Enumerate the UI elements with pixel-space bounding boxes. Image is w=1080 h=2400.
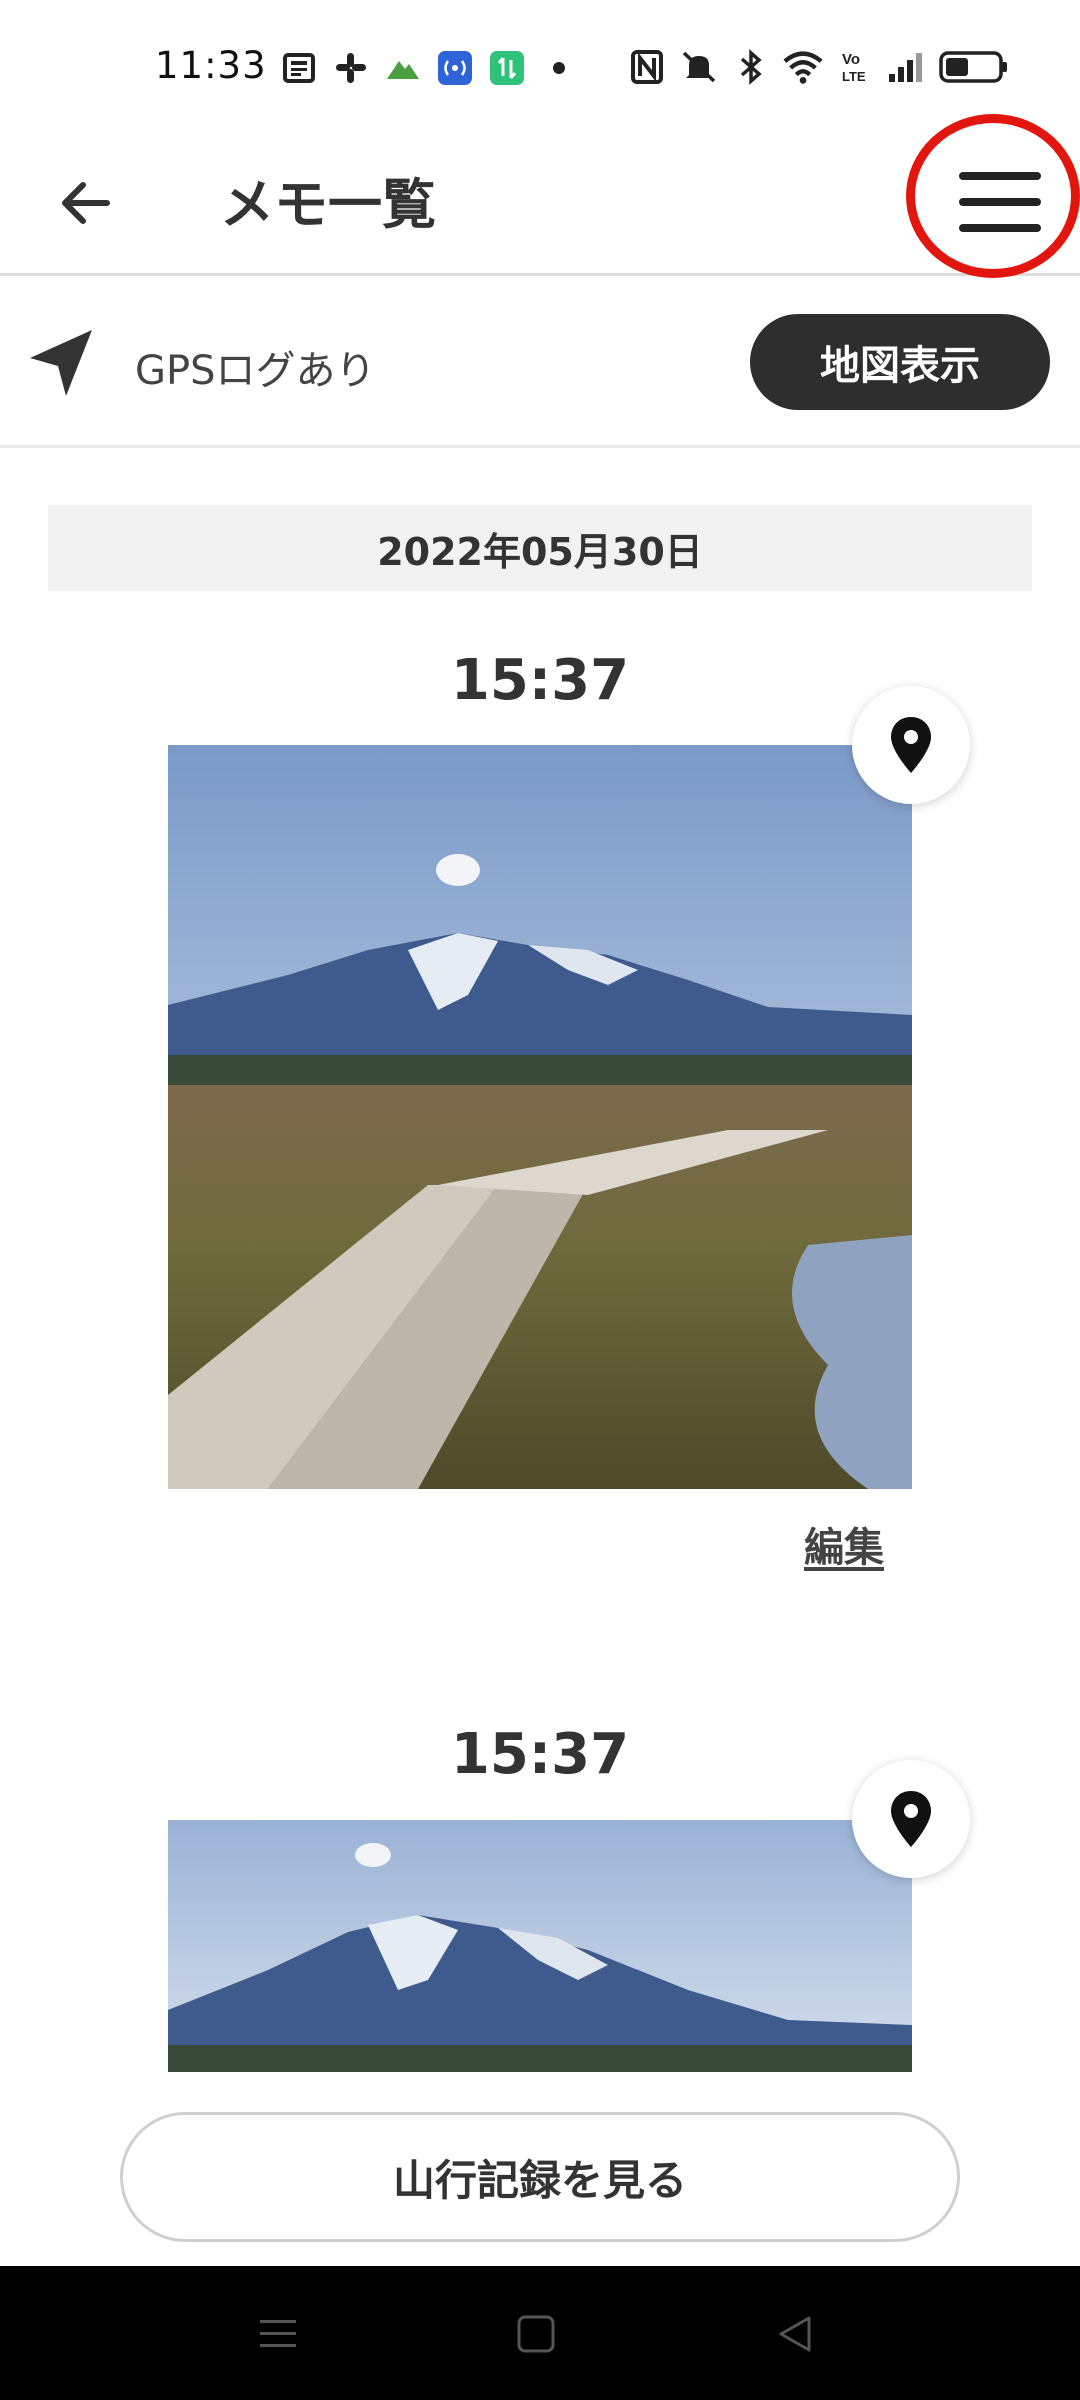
location-pin-button[interactable] [852, 686, 970, 804]
view-climbing-record-button[interactable]: 山行記録を見る [120, 2112, 960, 2242]
status-notification-icons [278, 46, 580, 90]
radio-icon [434, 47, 476, 89]
menu-lines-icon [260, 2320, 296, 2347]
bluetooth-icon [730, 46, 772, 88]
highlight-circle-annotation [906, 114, 1080, 278]
map-view-button[interactable]: 地図表示 [750, 314, 1050, 410]
gps-log-label: GPSログあり [135, 348, 376, 394]
memo-photo[interactable] [168, 745, 912, 1489]
system-nav-bar [0, 2266, 1080, 2400]
slack-icon [330, 47, 372, 89]
gps-log-row: GPSログあり 地図表示 [0, 278, 1080, 448]
square-icon [517, 2315, 555, 2353]
battery-icon [938, 46, 1010, 88]
app-header: メモ一覧 [0, 110, 1080, 278]
svg-text:LTE: LTE [842, 69, 866, 84]
edit-link[interactable]: 編集 [804, 1515, 884, 1573]
page-title: メモ一覧 [220, 173, 436, 236]
volte-icon: Vo LTE [834, 46, 876, 88]
signal-icon [886, 46, 928, 88]
mountain-icon [382, 47, 424, 89]
navigation-arrow-icon [30, 330, 92, 396]
location-pin-button[interactable] [852, 1760, 970, 1878]
map-pin-icon [891, 717, 931, 773]
status-time: 11:33 [155, 44, 267, 87]
svg-text:Vo: Vo [842, 51, 860, 68]
status-system-icons: Vo LTE [626, 46, 1010, 88]
home-button[interactable] [486, 2296, 586, 2372]
back-button[interactable] [40, 158, 130, 248]
mute-icon [678, 46, 720, 88]
dot-icon [538, 47, 580, 89]
nfc-icon [626, 46, 668, 88]
triangle-back-icon [779, 2316, 811, 2352]
back-nav-button[interactable] [745, 2296, 845, 2372]
memo-photo[interactable] [168, 1820, 912, 2072]
date-header: 2022年05月30日 [48, 505, 1032, 591]
arrow-left-icon [62, 182, 110, 224]
screen: 11:33 Vo LTE メモ一覧 GPSログあり 地図表示 2022年05月3… [0, 0, 1080, 2400]
wifi-icon [782, 46, 824, 88]
news-icon [278, 47, 320, 89]
map-pin-icon [891, 1791, 931, 1847]
sync-icon [486, 47, 528, 89]
status-bar: 11:33 Vo LTE [0, 0, 1080, 110]
recent-apps-button[interactable] [228, 2296, 328, 2372]
